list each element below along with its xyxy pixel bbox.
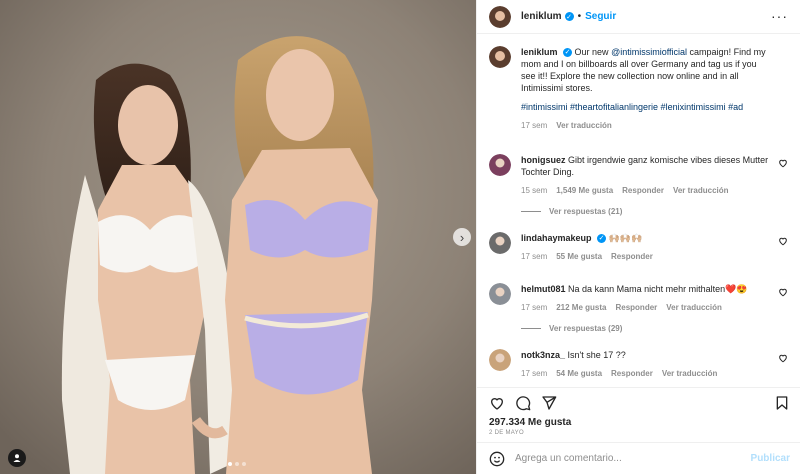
bookmark-icon[interactable] xyxy=(774,395,790,411)
comment-translate[interactable]: Ver traducción xyxy=(673,185,729,197)
commenter-avatar[interactable] xyxy=(489,154,511,176)
caption-translate[interactable]: Ver traducción xyxy=(556,120,612,132)
post-header: leniklum ✓ • Seguir ··· xyxy=(477,0,800,34)
commenter-username[interactable]: notk3nza_ xyxy=(521,350,565,360)
caption-text-before: Our new xyxy=(574,47,612,57)
commenter-avatar[interactable] xyxy=(489,283,511,305)
comments-list: leniklum ✓ Our new @intimissimiofficial … xyxy=(477,34,800,387)
comment-likes[interactable]: 55 Me gusta xyxy=(556,251,602,263)
caption-username[interactable]: leniklum xyxy=(521,47,558,57)
caption-body: leniklum ✓ Our new @intimissimiofficial … xyxy=(521,46,773,132)
comment-time[interactable]: 17 sem xyxy=(521,251,547,263)
comment-heart-icon[interactable] xyxy=(778,158,788,168)
post-photo xyxy=(0,0,476,474)
verified-badge-icon: ✓ xyxy=(597,234,607,244)
header-separator: • xyxy=(577,11,582,22)
comment-meta: 15 sem 1,549 Me gusta Responder Ver traducc… xyxy=(521,185,773,197)
comment-text: Isn't she 17 ?? xyxy=(567,350,626,360)
chevron-right-icon: › xyxy=(459,229,465,245)
verified-badge-icon: ✓ xyxy=(563,48,573,58)
comment-text: 🙌🏼🙌🏼🙌🏼 xyxy=(608,233,643,243)
comment-text: Na da kann Mama nicht mehr mithalten❤️😍 xyxy=(568,284,748,294)
comment: notk3nza_ Isn't she 17 ?? 17 sem 54 Me gus… xyxy=(489,349,788,380)
caption-avatar[interactable] xyxy=(489,46,511,68)
carousel-dot xyxy=(228,462,232,466)
comment-time[interactable]: 17 sem xyxy=(521,368,547,380)
user-tag-icon xyxy=(13,454,21,462)
comment-meta: 17 sem 212 Me gusta Responder Ver traducció… xyxy=(521,302,773,314)
view-replies-label[interactable]: Ver respuestas (21) xyxy=(549,207,622,216)
comment-icon[interactable] xyxy=(515,395,531,411)
comment-reply-button[interactable]: Responder xyxy=(615,302,657,314)
emoji-icon[interactable] xyxy=(489,451,505,467)
comment-threads: honigsuez Gibt irgendwie ganz komische v… xyxy=(489,154,788,380)
comment-heart-icon[interactable] xyxy=(778,236,788,246)
instagram-post: › leniklum ✓ • Seguir ··· leniklum ✓ Our… xyxy=(0,0,800,474)
post-media: › xyxy=(0,0,476,474)
author-avatar[interactable] xyxy=(489,5,511,28)
post-sidebar: leniklum ✓ • Seguir ··· leniklum ✓ Our n… xyxy=(476,0,800,474)
publish-button[interactable]: Publicar xyxy=(751,453,790,464)
comment-reply-button[interactable]: Responder xyxy=(611,368,653,380)
post-date[interactable]: 2 DE MAYO xyxy=(477,428,800,442)
commenter-username[interactable]: lindahaymakeup xyxy=(521,233,592,243)
caption-hashtags[interactable]: #intimissimi #theartofitalianlingerie #l… xyxy=(521,101,773,113)
comment: lindahaymakeup ✓ 🙌🏼🙌🏼🙌🏼 17 sem 55 Me gusta… xyxy=(489,232,788,263)
carousel-indicator xyxy=(228,462,246,466)
comment-body: helmut081 Na da kann Mama nicht mehr mit… xyxy=(521,283,773,314)
comment-reply-button[interactable]: Responder xyxy=(622,185,664,197)
comment-likes[interactable]: 212 Me gusta xyxy=(556,302,606,314)
action-bar xyxy=(477,387,800,417)
author-username[interactable]: leniklum xyxy=(521,11,562,22)
caption-time[interactable]: 17 sem xyxy=(521,120,547,132)
caption-mention[interactable]: @intimissimiofficial xyxy=(611,47,687,57)
comment: honigsuez Gibt irgendwie ganz komische v… xyxy=(489,154,788,197)
comment-reply-button[interactable]: Responder xyxy=(611,251,653,263)
comment-meta: 17 sem 55 Me gusta Responder xyxy=(521,251,773,263)
comment-body: notk3nza_ Isn't she 17 ?? 17 sem 54 Me gus… xyxy=(521,349,773,380)
more-options-icon[interactable]: ··· xyxy=(771,9,788,23)
replies-line xyxy=(521,328,541,329)
comment-input[interactable] xyxy=(515,453,735,464)
comment: helmut081 Na da kann Mama nicht mehr mit… xyxy=(489,283,788,314)
follow-button[interactable]: Seguir xyxy=(585,11,616,22)
caption-meta: 17 sem Ver traducción xyxy=(521,120,773,132)
verified-badge-icon: ✓ xyxy=(564,12,574,21)
commenter-avatar[interactable] xyxy=(489,349,511,371)
comment-likes[interactable]: 1,549 Me gusta xyxy=(556,185,613,197)
comment-meta: 17 sem 54 Me gusta Responder Ver traducción xyxy=(521,368,773,380)
carousel-dot xyxy=(242,462,246,466)
view-replies-button[interactable]: Ver respuestas (29) xyxy=(521,324,788,333)
tagged-users-button[interactable] xyxy=(8,449,26,467)
comment-translate[interactable]: Ver traducción xyxy=(662,368,718,380)
carousel-dot xyxy=(235,462,239,466)
heart-icon[interactable] xyxy=(489,395,505,411)
share-icon[interactable] xyxy=(541,395,557,411)
comment-time[interactable]: 15 sem xyxy=(521,185,547,197)
commenter-username[interactable]: helmut081 xyxy=(521,284,566,294)
comment-likes[interactable]: 54 Me gusta xyxy=(556,368,602,380)
replies-line xyxy=(521,211,541,212)
comment-time[interactable]: 17 sem xyxy=(521,302,547,314)
add-comment-bar: Publicar xyxy=(477,442,800,474)
comment-heart-icon[interactable] xyxy=(778,353,788,363)
carousel-next-button[interactable]: › xyxy=(453,228,471,246)
comment-body: honigsuez Gibt irgendwie ganz komische v… xyxy=(521,154,773,197)
view-replies-button[interactable]: Ver respuestas (21) xyxy=(521,207,788,216)
caption: leniklum ✓ Our new @intimissimiofficial … xyxy=(489,46,788,132)
likes-count[interactable]: 297.334 Me gusta xyxy=(477,417,800,428)
view-replies-label[interactable]: Ver respuestas (29) xyxy=(549,324,622,333)
comment-heart-icon[interactable] xyxy=(778,287,788,297)
commenter-username[interactable]: honigsuez xyxy=(521,155,566,165)
comment-translate[interactable]: Ver traducción xyxy=(666,302,722,314)
comment-body: lindahaymakeup ✓ 🙌🏼🙌🏼🙌🏼 17 sem 55 Me gusta… xyxy=(521,232,773,263)
commenter-avatar[interactable] xyxy=(489,232,511,254)
